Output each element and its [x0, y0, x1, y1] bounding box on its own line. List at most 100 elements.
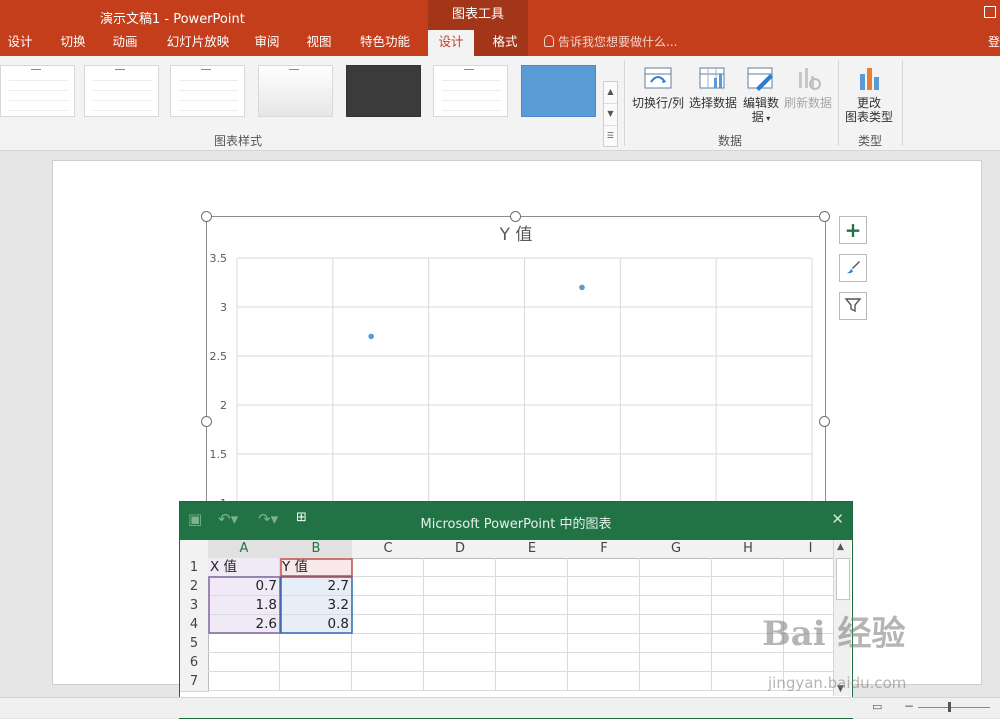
chart-style-7[interactable] [521, 65, 596, 117]
row-header-6[interactable]: 6 [180, 653, 209, 673]
cell-E4[interactable] [496, 615, 568, 634]
cell-I6[interactable] [784, 653, 837, 672]
cell-B1[interactable]: Y 值 [280, 558, 352, 577]
column-header-G[interactable]: G [640, 540, 713, 559]
cell-A2[interactable]: 0.7 [208, 577, 280, 596]
cell-E6[interactable] [496, 653, 568, 672]
tab-design-main[interactable]: 设计 [0, 30, 40, 56]
cell-B5[interactable] [280, 634, 352, 653]
chart-filter-icon[interactable] [839, 292, 867, 320]
cell-B2[interactable]: 2.7 [280, 577, 352, 596]
row-header-7[interactable]: 7 [180, 672, 209, 692]
style-gallery-scroll[interactable]: ▲ ▼ ☰ [603, 81, 618, 147]
cell-A3[interactable]: 1.8 [208, 596, 280, 615]
cell-H1[interactable] [712, 558, 784, 577]
tab-chart-format[interactable]: 格式 [482, 30, 528, 56]
cell-E3[interactable] [496, 596, 568, 615]
chart-style-3[interactable] [170, 65, 245, 117]
gallery-down-icon[interactable]: ▼ [604, 104, 617, 126]
cell-G5[interactable] [640, 634, 712, 653]
cell-C1[interactable] [352, 558, 424, 577]
column-header-E[interactable]: E [496, 540, 569, 559]
cell-F4[interactable] [568, 615, 640, 634]
scatter-point[interactable] [579, 284, 585, 291]
tab-special-features[interactable]: 特色功能 [352, 30, 418, 56]
cell-F5[interactable] [568, 634, 640, 653]
select-data-button[interactable]: 选择数据 [688, 64, 738, 110]
chart-style-5[interactable] [346, 65, 421, 117]
cell-B4[interactable]: 0.8 [280, 615, 352, 634]
cell-G7[interactable] [640, 672, 712, 691]
tab-chart-design[interactable]: 设计 [428, 30, 474, 56]
cell-A5[interactable] [208, 634, 280, 653]
tab-transitions[interactable]: 切换 [52, 30, 94, 56]
cell-D7[interactable] [424, 672, 496, 691]
close-icon[interactable]: ✕ [831, 510, 844, 528]
cell-H2[interactable] [712, 577, 784, 596]
cell-C2[interactable] [352, 577, 424, 596]
cell-G1[interactable] [640, 558, 712, 577]
chart-data-spreadsheet-window[interactable]: ▣ ↶▾ ↷▾ ⊞ Microsoft PowerPoint 中的图表 ✕ AB… [179, 501, 853, 719]
chart-style-6[interactable] [433, 65, 508, 117]
cell-G2[interactable] [640, 577, 712, 596]
cell-A7[interactable] [208, 672, 280, 691]
cell-B3[interactable]: 3.2 [280, 596, 352, 615]
resize-handle-top-right[interactable] [819, 211, 830, 222]
column-header-F[interactable]: F [568, 540, 641, 559]
cell-C6[interactable] [352, 653, 424, 672]
cell-I2[interactable] [784, 577, 837, 596]
cell-A4[interactable]: 2.6 [208, 615, 280, 634]
tell-me-search[interactable]: 告诉我您想要做什么... [544, 30, 677, 56]
cell-D4[interactable] [424, 615, 496, 634]
cell-E7[interactable] [496, 672, 568, 691]
chart-elements-plus-icon[interactable]: + [839, 216, 867, 244]
cell-B6[interactable] [280, 653, 352, 672]
cell-C5[interactable] [352, 634, 424, 653]
scroll-thumb[interactable] [836, 558, 850, 600]
scroll-up-icon[interactable]: ▲ [837, 542, 844, 552]
row-header-2[interactable]: 2 [180, 577, 209, 597]
cell-D2[interactable] [424, 577, 496, 596]
restore-window-icon[interactable] [984, 6, 996, 18]
cell-D3[interactable] [424, 596, 496, 615]
chart-styles-brush-icon[interactable] [839, 254, 867, 282]
tab-slideshow[interactable]: 幻灯片放映 [160, 30, 236, 56]
cell-F1[interactable] [568, 558, 640, 577]
zoom-slider[interactable] [918, 707, 990, 708]
zoom-slider-thumb[interactable] [948, 702, 951, 712]
cell-F2[interactable] [568, 577, 640, 596]
slide-show-icon[interactable]: ▭ [872, 700, 882, 713]
chart-style-4[interactable] [258, 65, 333, 117]
column-header-H[interactable]: H [712, 540, 785, 559]
cell-H6[interactable] [712, 653, 784, 672]
cell-D1[interactable] [424, 558, 496, 577]
scatter-point[interactable] [368, 333, 374, 340]
edit-data-button[interactable]: 编辑数 据 ▾ [740, 64, 782, 126]
cell-C3[interactable] [352, 596, 424, 615]
cell-F7[interactable] [568, 672, 640, 691]
resize-handle-right[interactable] [819, 416, 830, 427]
resize-handle-top-left[interactable] [201, 211, 212, 222]
gallery-more-icon[interactable]: ☰ [604, 126, 617, 147]
cell-F3[interactable] [568, 596, 640, 615]
cell-A1[interactable]: X 值 [208, 558, 280, 577]
chart-title[interactable]: Y 值 [499, 225, 533, 245]
switch-row-column-button[interactable]: 切换行/列 [630, 64, 686, 110]
cell-C7[interactable] [352, 672, 424, 691]
tab-review[interactable]: 审阅 [246, 30, 288, 56]
cell-B7[interactable] [280, 672, 352, 691]
scatter-chart[interactable]: 3.532.521.51 Y 值 [206, 216, 826, 518]
zoom-out-icon[interactable]: − [904, 699, 914, 713]
tab-animations[interactable]: 动画 [104, 30, 146, 56]
tab-view[interactable]: 视图 [298, 30, 340, 56]
gallery-up-icon[interactable]: ▲ [604, 82, 617, 104]
column-header-I[interactable]: I [784, 540, 838, 559]
resize-handle-top[interactable] [510, 211, 521, 222]
sign-in-link[interactable]: 登 [988, 30, 1000, 54]
column-header-B[interactable]: B [280, 540, 353, 559]
row-header-4[interactable]: 4 [180, 615, 209, 635]
resize-handle-left[interactable] [201, 416, 212, 427]
cell-I1[interactable] [784, 558, 837, 577]
cell-D6[interactable] [424, 653, 496, 672]
cell-G4[interactable] [640, 615, 712, 634]
